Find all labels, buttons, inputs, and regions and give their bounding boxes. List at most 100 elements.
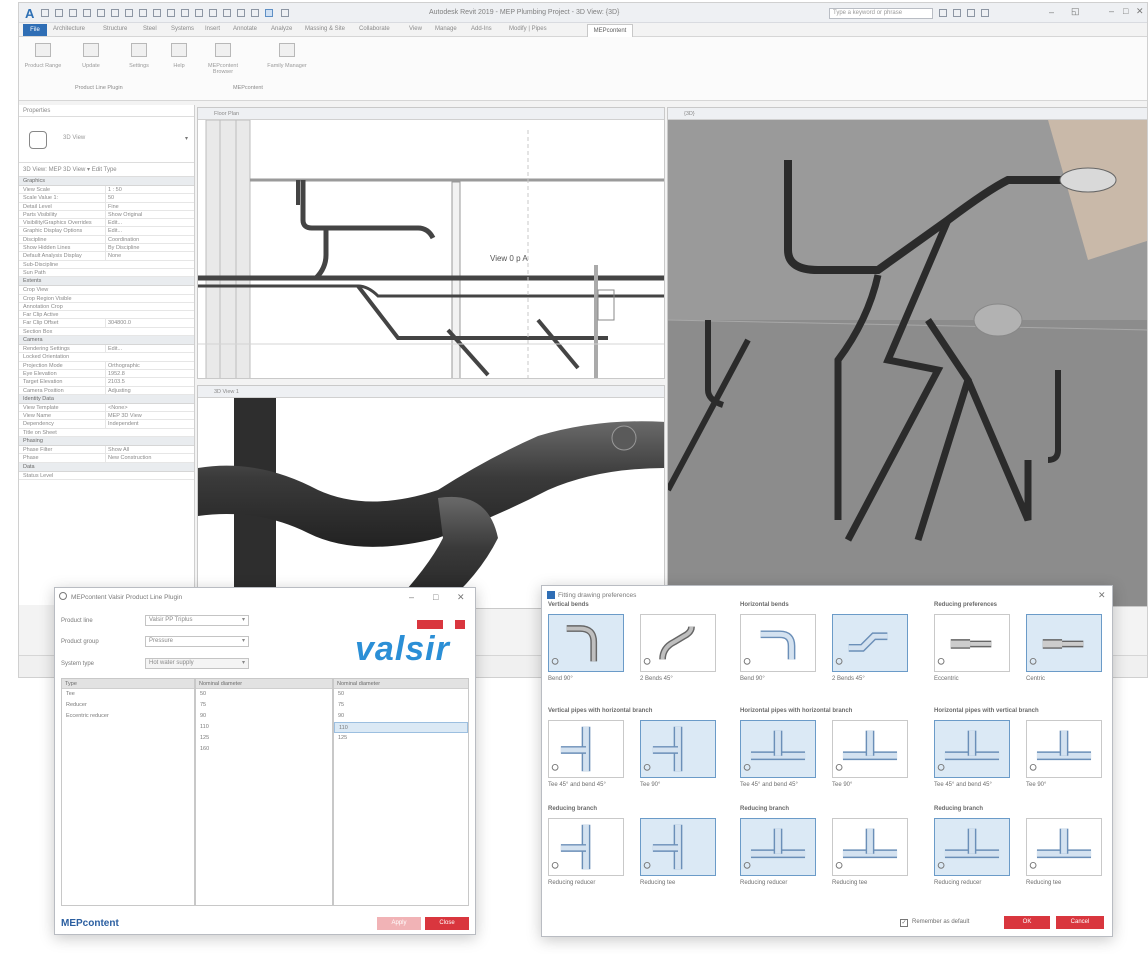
- fitting-option-thumbnail[interactable]: [832, 720, 908, 778]
- view-tab-3d-1[interactable]: 3D View 1: [198, 386, 664, 398]
- close-window-icon[interactable]: ✕: [1136, 6, 1144, 17]
- tab-architecture[interactable]: Architecture: [53, 26, 85, 32]
- property-row[interactable]: Phase Filter Show All: [19, 446, 194, 455]
- list-item[interactable]: 50: [196, 689, 332, 700]
- tab-manage[interactable]: Manage: [435, 26, 457, 32]
- fitting-option-thumbnail[interactable]: [1026, 614, 1102, 672]
- update-button[interactable]: Update: [71, 43, 111, 69]
- list-item[interactable]: 110: [334, 722, 468, 733]
- tab-collaborate[interactable]: Collaborate: [359, 26, 390, 32]
- property-value[interactable]: 50: [105, 194, 185, 202]
- property-value[interactable]: 1 : 50: [105, 186, 185, 194]
- property-value[interactable]: 1952.8: [105, 369, 185, 378]
- property-row[interactable]: Annotation Crop: [19, 303, 194, 312]
- property-group-header[interactable]: Extents: [19, 277, 194, 287]
- apply-button[interactable]: Apply: [377, 917, 421, 930]
- system-type-select[interactable]: Hot water supply: [145, 658, 249, 669]
- property-row[interactable]: Detail Level Fine: [19, 202, 194, 211]
- fitting-option-thumbnail[interactable]: [548, 614, 624, 672]
- restore-icon[interactable]: ◱: [1071, 6, 1080, 17]
- ok-button[interactable]: OK: [1004, 916, 1050, 929]
- property-value[interactable]: Fine: [105, 202, 185, 210]
- property-row[interactable]: Discipline Coordination: [19, 235, 194, 245]
- tab-addins[interactable]: Add-Ins: [471, 26, 492, 32]
- floor-plan-view[interactable]: Floor Plan View 0 p A: [197, 107, 665, 379]
- iso-3d-view[interactable]: 3D View 1: [197, 385, 665, 609]
- sync-icon[interactable]: [265, 9, 273, 17]
- property-row[interactable]: Crop View: [19, 286, 194, 295]
- property-row[interactable]: Section Box: [19, 328, 194, 337]
- cancel-button[interactable]: Cancel: [1056, 916, 1104, 929]
- product-range-button[interactable]: Product Range: [23, 43, 63, 69]
- type-selector[interactable]: 3D View ▾: [19, 117, 194, 163]
- tab-insert[interactable]: Insert: [205, 26, 220, 32]
- list-item[interactable]: 125: [196, 733, 332, 744]
- property-group-header[interactable]: Identity Data: [19, 394, 194, 404]
- fitting-option-thumbnail[interactable]: [740, 720, 816, 778]
- chevron-down-icon[interactable]: ▾: [185, 135, 188, 142]
- property-value[interactable]: Edit...: [105, 345, 185, 353]
- property-row[interactable]: Parts Visibility Show Original: [19, 210, 194, 220]
- tag-icon[interactable]: [139, 9, 147, 17]
- property-row[interactable]: Rendering Settings Edit...: [19, 345, 194, 354]
- remember-checkbox[interactable]: ✓: [900, 919, 908, 927]
- tab-systems[interactable]: Systems: [171, 26, 194, 32]
- search-input[interactable]: Type a keyword or phrase: [829, 8, 933, 19]
- property-row[interactable]: Status Level: [19, 472, 194, 480]
- tab-massing[interactable]: Massing & Site: [305, 26, 345, 32]
- property-value[interactable]: MEP 3D View: [105, 412, 185, 420]
- app-logo[interactable]: A: [25, 6, 34, 21]
- tool-icon[interactable]: [251, 9, 259, 17]
- fitting-option-thumbnail[interactable]: [548, 720, 624, 778]
- property-row[interactable]: Far Clip Offset 304800.0: [19, 319, 194, 328]
- property-value[interactable]: Coordination: [105, 235, 185, 244]
- section-icon[interactable]: [181, 9, 189, 17]
- main-3d-view[interactable]: {3D}: [667, 107, 1147, 607]
- property-group-header[interactable]: Phasing: [19, 437, 194, 447]
- property-row[interactable]: Far Clip Active: [19, 311, 194, 320]
- tab-structure[interactable]: Structure: [103, 26, 127, 32]
- tab-mepcontent[interactable]: MEPcontent: [587, 24, 633, 37]
- maximize-window-icon[interactable]: □: [1123, 6, 1128, 16]
- tab-modify-pipes[interactable]: Modify | Pipes: [509, 26, 547, 32]
- list-item[interactable]: 125: [334, 733, 468, 744]
- property-row[interactable]: View Scale 1 : 50: [19, 186, 194, 195]
- tab-analyze[interactable]: Analyze: [271, 26, 292, 32]
- minimize-icon[interactable]: –: [409, 592, 414, 602]
- fitting-option-thumbnail[interactable]: [740, 614, 816, 672]
- minimize-icon[interactable]: –: [1049, 7, 1054, 17]
- fitting-option-thumbnail[interactable]: [832, 818, 908, 876]
- switch-windows-icon[interactable]: [223, 9, 231, 17]
- account-icon[interactable]: [953, 9, 961, 17]
- property-value[interactable]: 304800.0: [105, 319, 185, 327]
- fitting-option-thumbnail[interactable]: [832, 614, 908, 672]
- redo-icon[interactable]: [83, 9, 91, 17]
- property-value[interactable]: Edit...: [105, 219, 185, 227]
- product-line-select[interactable]: Valsir PP Triplus: [145, 615, 249, 626]
- property-row[interactable]: Projection Mode Orthographic: [19, 361, 194, 370]
- property-value[interactable]: New Construction: [105, 454, 185, 462]
- property-value[interactable]: Adjusting: [105, 386, 185, 394]
- fitting-option-thumbnail[interactable]: [548, 818, 624, 876]
- property-row[interactable]: Sub-Discipline: [19, 261, 194, 269]
- close-hidden-icon[interactable]: [209, 9, 217, 17]
- property-row[interactable]: Crop Region Visible: [19, 295, 194, 303]
- list-item[interactable]: Eccentric reducer: [62, 711, 194, 722]
- property-row[interactable]: Phase New Construction: [19, 454, 194, 463]
- minimize-window-icon[interactable]: –: [1109, 6, 1114, 16]
- close-icon[interactable]: ✕: [1098, 590, 1106, 601]
- view-tab-floor-plan[interactable]: Floor Plan: [198, 108, 664, 120]
- binoculars-icon[interactable]: [939, 9, 947, 17]
- dimension-icon[interactable]: [125, 9, 133, 17]
- tab-annotate[interactable]: Annotate: [233, 26, 257, 32]
- property-row[interactable]: View Template <None>: [19, 403, 194, 413]
- property-row[interactable]: Title on Sheet: [19, 429, 194, 438]
- list-item[interactable]: 75: [196, 700, 332, 711]
- type-list[interactable]: Type Tee Reducer Eccentric reducer: [61, 678, 195, 906]
- property-value[interactable]: <None>: [105, 403, 185, 412]
- property-row[interactable]: Sun Path: [19, 269, 194, 278]
- thin-lines-icon[interactable]: [195, 9, 203, 17]
- help-button[interactable]: Help: [159, 43, 199, 69]
- property-row[interactable]: Target Elevation 2103.5: [19, 378, 194, 387]
- property-group-header[interactable]: Graphics: [19, 177, 194, 186]
